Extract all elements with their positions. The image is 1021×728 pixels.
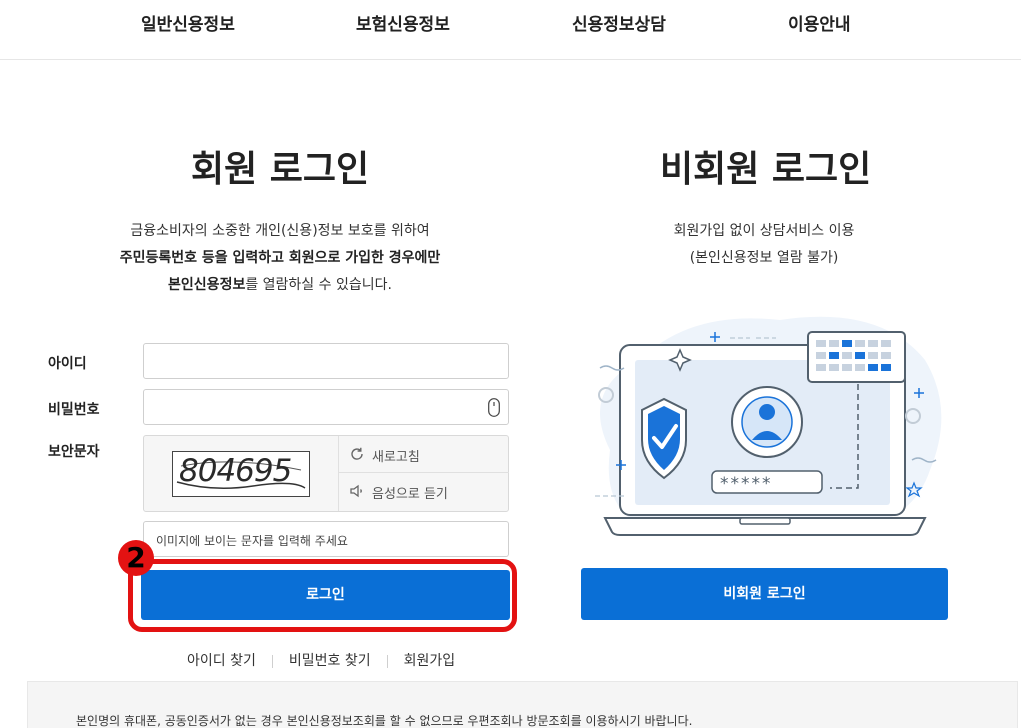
password-input[interactable] <box>143 389 509 425</box>
link-divider <box>271 654 273 668</box>
link-divider <box>386 654 388 668</box>
member-login-title: 회원 로그인 <box>191 149 370 190</box>
desc-line-2: 주민등록번호 등을 입력하고 회원으로 가입한 경우에만 <box>119 250 441 266</box>
top-navigation: 일반신용정보 보험신용정보 신용정보상담 이용안내 <box>0 0 1021 60</box>
desc-line-3-bold: 본인신용정보 <box>168 277 246 293</box>
desc-line-1: 금융소비자의 소중한 개인(신용)정보 보호를 위하여 <box>130 223 430 239</box>
password-label: 비밀번호 <box>48 402 100 418</box>
laptop-security-illustration: ***** <box>595 316 942 536</box>
speaker-icon <box>350 484 362 498</box>
nav-insurance-credit[interactable]: 보험신용정보 <box>356 10 450 35</box>
find-id-link[interactable]: 아이디 찾기 <box>187 653 256 669</box>
annotation-highlight-box <box>128 559 517 632</box>
captcha-box: 804695 새로고침 음성으로 듣기 <box>143 435 509 512</box>
nav-credit-consult[interactable]: 신용정보상담 <box>572 10 666 35</box>
guest-desc-line-2: (본인신용정보 열람 불가) <box>689 250 839 266</box>
guest-desc-line-1: 회원가입 없이 상담서비스 이용 <box>673 223 855 239</box>
refresh-icon <box>351 447 363 460</box>
guest-login-button[interactable]: 비회원 로그인 <box>581 568 948 620</box>
captcha-text: 804695 <box>179 453 292 489</box>
guest-login-title: 비회원 로그인 <box>660 149 872 190</box>
nav-general-credit[interactable]: 일반신용정보 <box>141 10 235 35</box>
captcha-input[interactable]: 이미지에 보이는 문자를 입력해 주세요 <box>143 521 509 557</box>
desc-line-3-rest: 를 열람하실 수 있습니다. <box>245 277 392 293</box>
captcha-image-area: 804695 <box>144 436 339 511</box>
captcha-refresh-button[interactable]: 새로고침 <box>339 436 509 473</box>
captcha-label: 보안문자 <box>48 444 100 460</box>
nav-usage-guide[interactable]: 이용안내 <box>788 10 851 35</box>
guest-login-description: 회원가입 없이 상담서비스 이용 (본인신용정보 열람 불가) <box>614 218 914 272</box>
mouse-keyboard-icon[interactable] <box>488 398 500 417</box>
captcha-image: 804695 <box>172 451 310 497</box>
annotation-step-badge: 2 <box>118 540 154 576</box>
signup-link[interactable]: 회원가입 <box>404 653 456 669</box>
member-login-description: 금융소비자의 소중한 개인(신용)정보 보호를 위하여 주민등록번호 등을 입력… <box>60 218 500 299</box>
audio-label: 음성으로 듣기 <box>372 487 448 502</box>
member-links: 아이디 찾기 비밀번호 찾기 회원가입 <box>187 650 455 670</box>
refresh-label: 새로고침 <box>372 450 420 465</box>
id-input[interactable] <box>143 343 509 379</box>
captcha-audio-button[interactable]: 음성으로 듣기 <box>339 473 509 510</box>
notice-text: 본인명의 휴대폰, 공동인증서가 없는 경우 본인신용정보조회를 할 수 없으므… <box>76 714 693 728</box>
id-label: 아이디 <box>48 356 87 372</box>
find-password-link[interactable]: 비밀번호 찾기 <box>289 653 371 669</box>
notice-box: 본인명의 휴대폰, 공동인증서가 없는 경우 본인신용정보조회를 할 수 없으므… <box>27 681 1018 728</box>
captcha-input-placeholder: 이미지에 보이는 문자를 입력해 주세요 <box>156 534 348 548</box>
password-mask-text: ***** <box>720 474 773 494</box>
desc-line-3: 본인신용정보를 열람하실 수 있습니다. <box>60 272 500 299</box>
